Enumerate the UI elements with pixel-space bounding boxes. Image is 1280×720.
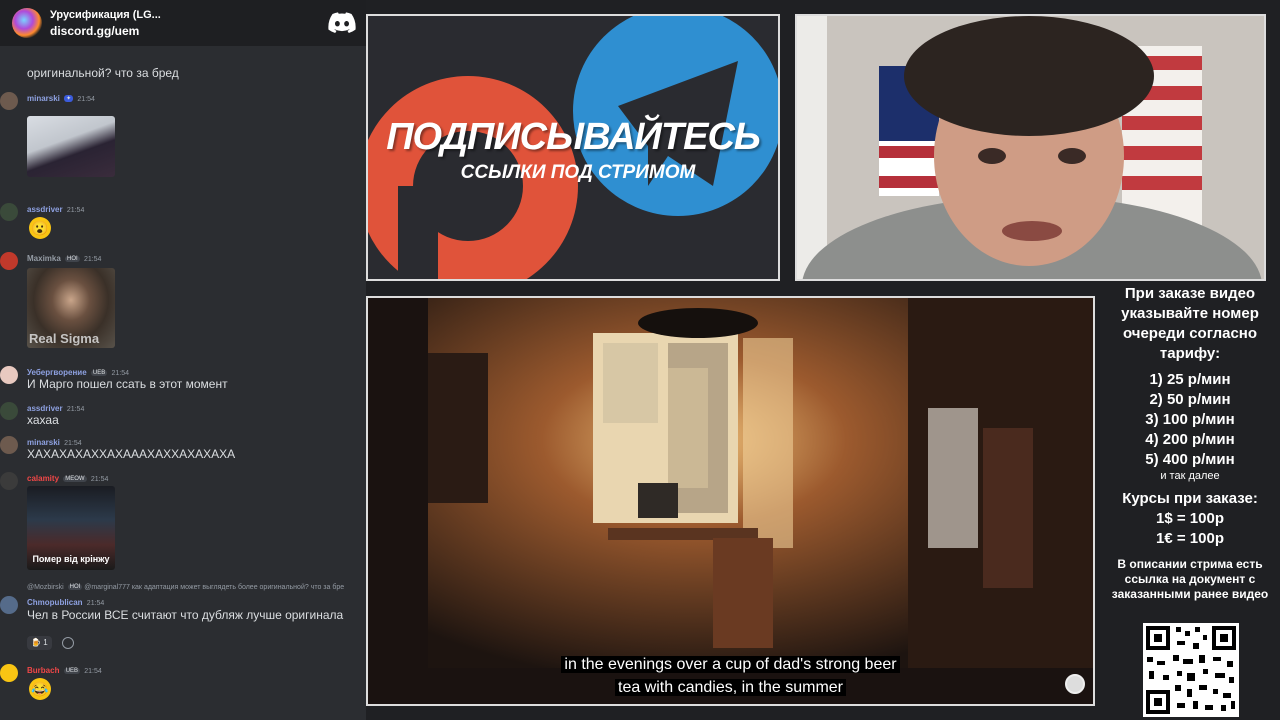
rate-item: 1$ = 100р	[1156, 510, 1224, 527]
qr-code[interactable]	[1143, 623, 1239, 717]
server-invite: discord.gg/uem	[50, 23, 140, 38]
monitor	[638, 483, 678, 518]
username[interactable]: minarski	[27, 94, 60, 103]
username[interactable]: Maximka	[27, 254, 61, 263]
timestamp: 21:54	[64, 440, 82, 447]
avatar[interactable]	[0, 252, 18, 270]
reaction-emoji-icon: 🍺	[31, 638, 41, 647]
tariff-item: 5) 400 р/мин	[1145, 451, 1235, 468]
message-text: Чел в России ВСЕ считают что дубляж лучш…	[27, 608, 344, 622]
username[interactable]: calamity	[27, 474, 59, 483]
timestamp: 21:54	[83, 256, 102, 263]
wall-shelf	[428, 353, 488, 503]
banner-subtitle: ССЫЛКИ ПОД СТРИМОМ	[460, 162, 696, 183]
timestamp: 21:54	[111, 370, 130, 377]
order-info-panel: При заказе видео указывайте номер очеред…	[1100, 284, 1280, 602]
image-caption: Real Sigma	[29, 331, 100, 346]
avatar[interactable]	[0, 366, 18, 384]
chandelier	[638, 308, 758, 338]
server-name: Урусификация (LG...	[50, 8, 161, 21]
role-badge: UEB	[90, 370, 108, 376]
username[interactable]: assdriver	[27, 404, 63, 413]
timestamp: 21:54	[66, 207, 85, 214]
reply-preview[interactable]: @Mozbirski HOI @marginal777 как адаптаци…	[27, 584, 344, 591]
role-badge: ✦	[64, 95, 74, 102]
username[interactable]: Уебергворение	[27, 368, 87, 377]
reaction-count: 1	[43, 638, 48, 647]
webcam-image	[797, 16, 1264, 279]
timestamp: 21:54	[66, 406, 85, 413]
role-badge: HOI	[67, 584, 83, 590]
timestamp: 21:54	[84, 668, 102, 675]
order-header: При заказе видео указывайте номер очеред…	[1121, 285, 1259, 362]
avatar[interactable]	[0, 402, 18, 420]
rates-title: Курсы при заказе:	[1122, 490, 1258, 507]
tariff-list: 1) 25 р/мин 2) 50 р/мин 3) 100 р/мин 4) …	[1100, 370, 1280, 470]
timestamp: 21:54	[86, 600, 105, 607]
avatar[interactable]	[0, 596, 18, 614]
avatar[interactable]	[0, 436, 18, 454]
add-reaction-icon[interactable]	[62, 637, 74, 649]
tariff-etc: и так далее	[1160, 470, 1220, 482]
chair	[713, 538, 773, 648]
role-badge: HOI	[65, 256, 80, 262]
username[interactable]: assdriver	[27, 205, 63, 214]
tariff-item: 1) 25 р/мин	[1149, 371, 1231, 388]
timestamp: 21:54	[90, 476, 109, 483]
avatar[interactable]	[0, 472, 18, 490]
discord-logo-icon	[328, 12, 356, 33]
message-text: И Марго пошел ссать в этот момент	[27, 377, 228, 391]
emoji-reaction: 😮	[29, 217, 51, 239]
message-text-line2: оригинальной? что за бред	[27, 66, 179, 80]
reply-text: @marginal777 как адаптация может выгляде…	[84, 584, 345, 591]
banner-title: ПОДПИСЫВАЙТЕСЬ	[386, 116, 761, 158]
channel-watermark-icon	[1065, 674, 1085, 694]
tariff-item: 3) 100 р/мин	[1145, 411, 1235, 428]
video-player[interactable]: in the evenings over a cup of dad's stro…	[366, 296, 1095, 706]
message-text: хахаа	[27, 413, 59, 427]
avatar[interactable]	[0, 92, 18, 110]
discord-chat-panel: Урусификация (LG... discord.gg/uem ориги…	[0, 0, 366, 720]
video-frame-image	[368, 298, 1093, 704]
rate-item: 1€ = 100р	[1156, 530, 1224, 547]
tariff-item: 2) 50 р/мин	[1149, 391, 1231, 408]
image-attachment[interactable]	[27, 116, 115, 177]
timestamp: 21:54	[77, 96, 95, 103]
image-attachment[interactable]: Real Sigma	[27, 268, 115, 348]
reaction-chip[interactable]: 🍺 1	[27, 636, 52, 650]
server-icon	[12, 8, 42, 38]
username[interactable]: minarski	[27, 438, 60, 447]
avatar[interactable]	[0, 203, 18, 221]
tariff-item: 4) 200 р/мин	[1145, 431, 1235, 448]
username[interactable]: Chmopublican	[27, 598, 83, 607]
webcam-feed	[795, 14, 1266, 281]
avatar[interactable]	[0, 664, 18, 682]
subscribe-banner: ПОДПИСЫВАЙТЕСЬ ССЫЛКИ ПОД СТРИМОМ	[366, 14, 780, 281]
reply-username[interactable]: @Mozbirski	[27, 584, 64, 591]
server-header[interactable]: Урусификация (LG... discord.gg/uem	[0, 0, 366, 46]
role-badge: UEB	[63, 668, 81, 674]
image-attachment[interactable]: Помер від крінжу	[27, 486, 115, 570]
order-note: В описании стрима есть ссылка на докумен…	[1111, 557, 1269, 601]
emoji-message: 😂	[29, 678, 51, 700]
role-badge: MEOW	[63, 476, 87, 482]
username[interactable]: Burbach	[27, 666, 59, 675]
message-text: ХАХАХАХАХХАХАААХАХХАХАХАХА	[27, 447, 236, 461]
image-caption: Помер від крінжу	[32, 554, 110, 564]
stream-layout: Урусификация (LG... discord.gg/uem ориги…	[0, 0, 1280, 720]
hair	[904, 16, 1154, 136]
